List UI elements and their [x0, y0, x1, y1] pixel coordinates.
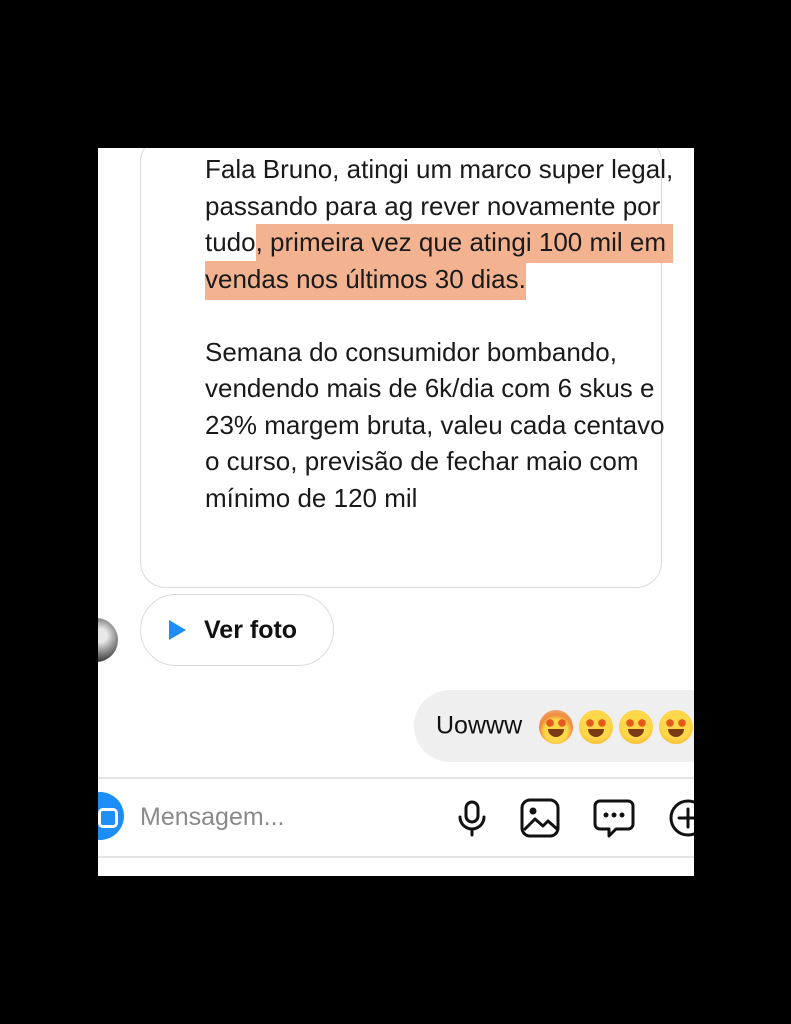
composer-divider [98, 777, 694, 779]
view-photo-button[interactable]: Ver foto [140, 594, 334, 666]
microphone-icon[interactable] [450, 796, 494, 840]
image-icon[interactable] [518, 796, 562, 840]
message-input[interactable] [140, 800, 390, 834]
play-icon [169, 620, 186, 640]
camera-button[interactable] [98, 792, 124, 840]
incoming-message-text: Fala Bruno, atingi um marco super legal,… [205, 151, 685, 516]
message-composer [98, 780, 694, 860]
message-text-rest: Semana do consumidor bombando, vendendo … [205, 336, 665, 513]
chat-screen: Fala Bruno, atingi um marco super legal,… [98, 148, 694, 876]
star-struck-emoji [619, 710, 654, 744]
bottom-divider [98, 856, 694, 858]
star-struck-emoji [579, 710, 614, 744]
plus-icon[interactable] [666, 796, 694, 840]
outgoing-message-text: Uowww [436, 710, 694, 744]
outgoing-text: Uowww [436, 711, 523, 740]
exploding-head-emoji [539, 710, 574, 744]
incoming-message-bubble[interactable]: Fala Bruno, atingi um marco super legal,… [140, 148, 674, 588]
star-struck-emoji [659, 710, 694, 744]
emoji-row [539, 710, 694, 744]
message-text-highlight: , primeira vez que atingi 100 mil em ven… [205, 224, 674, 300]
view-photo-label: Ver foto [204, 615, 298, 644]
chat-bubble-icon[interactable] [592, 796, 636, 840]
outgoing-message-bubble[interactable]: Uowww [414, 690, 694, 762]
avatar[interactable] [98, 618, 118, 662]
